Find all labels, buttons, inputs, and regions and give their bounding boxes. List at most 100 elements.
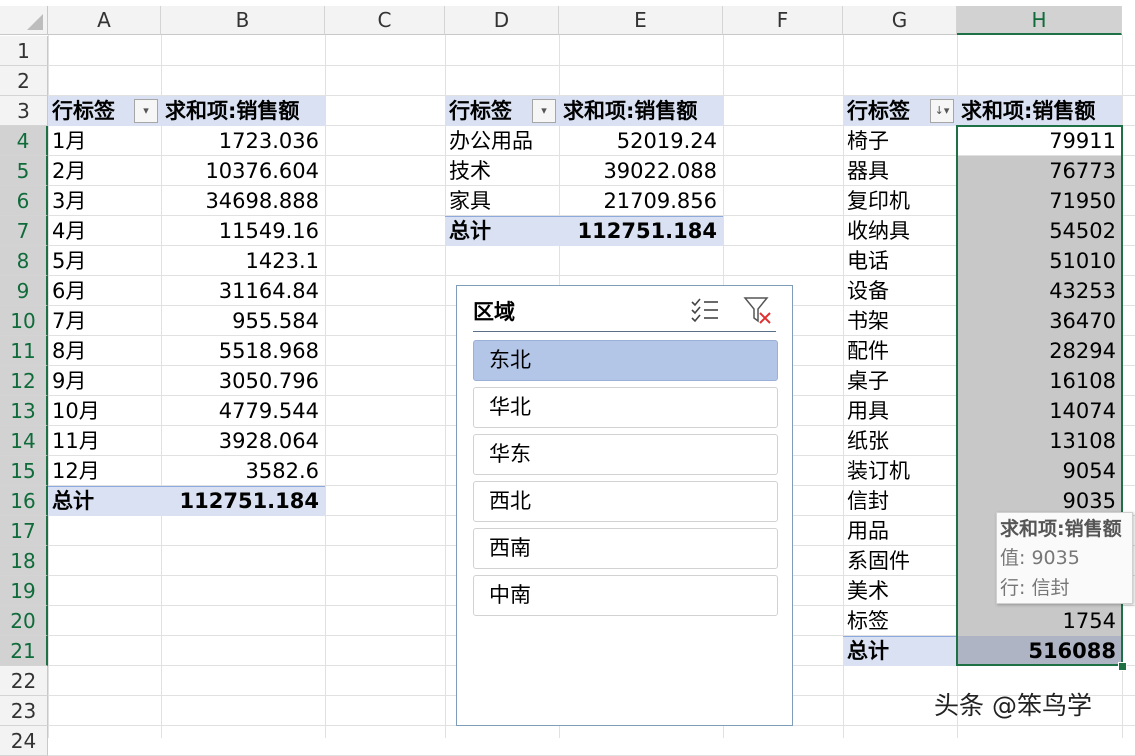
clear-filter-icon[interactable] bbox=[743, 296, 773, 324]
column-header-f[interactable]: F bbox=[723, 6, 843, 35]
subcategory-pivot-row-label[interactable]: 标签 bbox=[843, 606, 957, 636]
slicer-item[interactable]: 华北 bbox=[473, 387, 778, 428]
category-pivot-row-label[interactable]: 技术 bbox=[445, 156, 559, 186]
subcategory-pivot-row-label[interactable]: 电话 bbox=[843, 246, 957, 276]
month-pivot-total-value[interactable]: 112751.184 bbox=[161, 486, 325, 516]
month-pivot-row-value[interactable]: 1423.1 bbox=[161, 246, 325, 276]
region-slicer[interactable]: 区域 东北 华北 华东 西北 西南 中南 bbox=[456, 285, 793, 726]
slicer-item[interactable]: 华东 bbox=[473, 434, 778, 475]
category-pivot-row-value[interactable]: 39022.088 bbox=[559, 156, 723, 186]
slicer-item[interactable]: 东北 bbox=[473, 340, 778, 381]
subcategory-pivot-row-label[interactable]: 配件 bbox=[843, 336, 957, 366]
row-header-24[interactable]: 24 bbox=[0, 726, 48, 756]
multi-select-icon[interactable] bbox=[690, 296, 720, 324]
month-pivot-row-value[interactable]: 5518.968 bbox=[161, 336, 325, 366]
subcategory-pivot-row-value[interactable]: 1754 bbox=[957, 606, 1122, 636]
subcategory-pivot-row-label[interactable]: 椅子 bbox=[843, 126, 957, 156]
subcategory-pivot-row-value[interactable]: 79911 bbox=[957, 126, 1122, 156]
month-pivot-row-value[interactable]: 11549.16 bbox=[161, 216, 325, 246]
subcategory-pivot-row-label[interactable]: 美术 bbox=[843, 576, 957, 606]
subcategory-pivot-row-value[interactable]: 14074 bbox=[957, 396, 1122, 426]
category-pivot-row-value[interactable]: 21709.856 bbox=[559, 186, 723, 216]
subcategory-pivot-row-value[interactable]: 28294 bbox=[957, 336, 1122, 366]
subcategory-pivot-filter-dropdown-icon[interactable]: ↓▾ bbox=[930, 99, 954, 123]
category-pivot-row-label[interactable]: 家具 bbox=[445, 186, 559, 216]
month-pivot-row-label[interactable]: 7月 bbox=[48, 306, 161, 336]
slicer-item[interactable]: 西北 bbox=[473, 481, 778, 522]
row-header-2[interactable]: 2 bbox=[0, 66, 48, 96]
row-header-23[interactable]: 23 bbox=[0, 696, 48, 726]
subcategory-pivot-row-label[interactable]: 设备 bbox=[843, 276, 957, 306]
subcategory-pivot-row-value[interactable]: 43253 bbox=[957, 276, 1122, 306]
category-pivot-row-value[interactable]: 52019.24 bbox=[559, 126, 723, 156]
row-header-8[interactable]: 8 bbox=[0, 246, 48, 276]
row-header-13[interactable]: 13 bbox=[0, 396, 48, 426]
subcategory-pivot-total-value[interactable]: 516088 bbox=[957, 636, 1122, 666]
column-header-b[interactable]: B bbox=[161, 6, 325, 35]
row-header-22[interactable]: 22 bbox=[0, 666, 48, 696]
slicer-item[interactable]: 西南 bbox=[473, 528, 778, 569]
subcategory-pivot-row-value[interactable]: 16108 bbox=[957, 366, 1122, 396]
subcategory-pivot-row-label[interactable]: 复印机 bbox=[843, 186, 957, 216]
month-pivot-row-label[interactable]: 10月 bbox=[48, 396, 161, 426]
column-header-d[interactable]: D bbox=[445, 6, 559, 35]
month-pivot-row-value[interactable]: 955.584 bbox=[161, 306, 325, 336]
category-pivot-filter-dropdown-icon[interactable]: ▾ bbox=[532, 99, 556, 123]
subcategory-pivot-row-label[interactable]: 器具 bbox=[843, 156, 957, 186]
month-pivot-row-label[interactable]: 8月 bbox=[48, 336, 161, 366]
month-pivot-filter-dropdown-icon[interactable]: ▾ bbox=[134, 99, 158, 123]
row-header-16[interactable]: 16 bbox=[0, 486, 48, 516]
subcategory-pivot-row-value[interactable]: 54502 bbox=[957, 216, 1122, 246]
subcategory-pivot-row-label[interactable]: 书架 bbox=[843, 306, 957, 336]
row-header-20[interactable]: 20 bbox=[0, 606, 48, 636]
row-header-12[interactable]: 12 bbox=[0, 366, 48, 396]
column-header-c[interactable]: C bbox=[325, 6, 445, 35]
month-pivot-row-label[interactable]: 5月 bbox=[48, 246, 161, 276]
month-pivot-row-value[interactable]: 10376.604 bbox=[161, 156, 325, 186]
subcategory-pivot-row-label[interactable]: 收纳具 bbox=[843, 216, 957, 246]
month-pivot-row-label[interactable]: 11月 bbox=[48, 426, 161, 456]
category-pivot-row-label[interactable]: 办公用品 bbox=[445, 126, 559, 156]
column-header-a[interactable]: A bbox=[48, 6, 161, 35]
subcategory-pivot-row-label[interactable]: 装订机 bbox=[843, 456, 957, 486]
select-all-corner[interactable] bbox=[0, 6, 48, 35]
subcategory-pivot-row-label[interactable]: 桌子 bbox=[843, 366, 957, 396]
month-pivot-row-value[interactable]: 1723.036 bbox=[161, 126, 325, 156]
row-header-10[interactable]: 10 bbox=[0, 306, 48, 336]
row-header-21[interactable]: 21 bbox=[0, 636, 48, 666]
month-pivot-row-value[interactable]: 31164.84 bbox=[161, 276, 325, 306]
row-header-18[interactable]: 18 bbox=[0, 546, 48, 576]
row-header-4[interactable]: 4 bbox=[0, 126, 48, 156]
subcategory-pivot-row-label[interactable]: 纸张 bbox=[843, 426, 957, 456]
slicer-item[interactable]: 中南 bbox=[473, 575, 778, 616]
row-header-19[interactable]: 19 bbox=[0, 576, 48, 606]
row-header-15[interactable]: 15 bbox=[0, 456, 48, 486]
row-header-1[interactable]: 1 bbox=[0, 36, 48, 66]
subcategory-pivot-row-label[interactable]: 用品 bbox=[843, 516, 957, 546]
month-pivot-row-value[interactable]: 4779.544 bbox=[161, 396, 325, 426]
row-header-7[interactable]: 7 bbox=[0, 216, 48, 246]
row-header-6[interactable]: 6 bbox=[0, 186, 48, 216]
fill-handle[interactable] bbox=[1118, 662, 1127, 671]
month-pivot-row-value[interactable]: 3582.6 bbox=[161, 456, 325, 486]
month-pivot-row-label[interactable]: 4月 bbox=[48, 216, 161, 246]
month-pivot-row-label[interactable]: 6月 bbox=[48, 276, 161, 306]
subcategory-pivot-row-value[interactable]: 36470 bbox=[957, 306, 1122, 336]
subcategory-pivot-row-value[interactable]: 13108 bbox=[957, 426, 1122, 456]
month-pivot-row-label[interactable]: 3月 bbox=[48, 186, 161, 216]
month-pivot-row-value[interactable]: 3928.064 bbox=[161, 426, 325, 456]
row-header-3[interactable]: 3 bbox=[0, 96, 48, 126]
column-header-e[interactable]: E bbox=[559, 6, 723, 35]
subcategory-pivot-row-value[interactable]: 71950 bbox=[957, 186, 1122, 216]
row-header-17[interactable]: 17 bbox=[0, 516, 48, 546]
row-header-14[interactable]: 14 bbox=[0, 426, 48, 456]
month-pivot-row-label[interactable]: 9月 bbox=[48, 366, 161, 396]
month-pivot-row-label[interactable]: 12月 bbox=[48, 456, 161, 486]
column-header-h[interactable]: H bbox=[957, 6, 1122, 35]
category-pivot-total-value[interactable]: 112751.184 bbox=[559, 216, 723, 246]
month-pivot-row-value[interactable]: 3050.796 bbox=[161, 366, 325, 396]
column-header-g[interactable]: G bbox=[843, 6, 957, 35]
month-pivot-row-label[interactable]: 1月 bbox=[48, 126, 161, 156]
subcategory-pivot-row-value[interactable]: 51010 bbox=[957, 246, 1122, 276]
subcategory-pivot-row-value[interactable]: 9054 bbox=[957, 456, 1122, 486]
